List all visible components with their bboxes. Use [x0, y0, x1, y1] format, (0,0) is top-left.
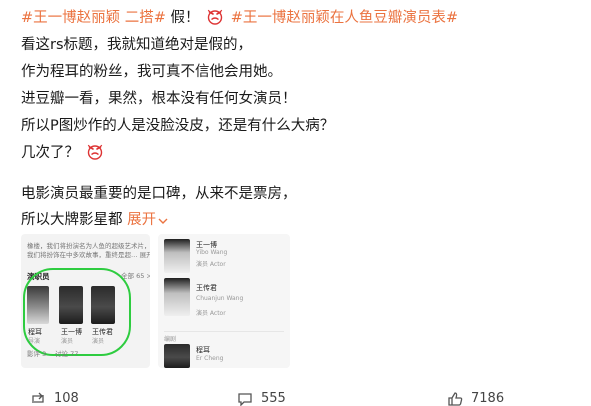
- post-line-5: 所以P图炒作的人是没脸没皮，还是有什么大病？: [21, 118, 335, 134]
- weibo-post: #王一博赵丽颖 二搭# 假！ #王一博赵丽颖在人鱼豆瓣演员表# 看这rs标题，我…: [0, 0, 591, 406]
- post-line-1: #王一博赵丽颖 二搭# 假！ #王一博赵丽颖在人鱼豆瓣演员表#: [21, 8, 458, 28]
- angry-emoji-icon: [207, 9, 223, 25]
- row2-en: Chuanjun Wang: [196, 295, 244, 302]
- hashtag-link-1[interactable]: #王一博赵丽颖 二搭#: [21, 10, 166, 26]
- like-button[interactable]: 7186: [447, 391, 504, 406]
- expand-label: 展开: [127, 212, 157, 228]
- post-line-6-text: 几次了？: [21, 145, 79, 161]
- hashtag-link-2[interactable]: #王一博赵丽颖在人鱼豆瓣演员表#: [231, 10, 458, 26]
- post-line-2: 看这rs标题，我就知道绝对是假的，: [21, 37, 253, 53]
- image1-caption-1: 橡楼，我们将扮演名为人鱼的超级艺术片，: [27, 242, 150, 250]
- row2-role: 演员 Actor: [196, 310, 226, 317]
- chevron-down-icon: [158, 218, 168, 224]
- repost-icon: [32, 392, 44, 403]
- image1-footer-2: 讨论 77: [55, 350, 79, 358]
- post-line-8-text: 所以大牌影星都: [21, 212, 123, 228]
- repost-count: 108: [54, 391, 79, 406]
- post-line-4: 进豆瓣一看，果然，根本没有任何女演员！: [21, 91, 297, 107]
- cast-photo-a: [164, 239, 190, 273]
- divider: [164, 331, 284, 332]
- highlight-circle: [23, 268, 131, 356]
- row1-role: 演员 Actor: [196, 261, 226, 268]
- cast-photo-c: [164, 344, 190, 368]
- row1-en: Yibo Wang: [196, 249, 228, 256]
- post-image-2[interactable]: 王一博 Yibo Wang 演员 Actor 王传君 Chuanjun Wang…: [158, 234, 290, 368]
- image1-caption-2: 我们将扮饰在中多欢故事，重终是超… 展开: [27, 251, 150, 259]
- post-line-3: 作为程耳的粉丝，我可真不信他会用她。: [21, 64, 282, 80]
- thumbs-up-icon: [448, 391, 463, 406]
- comment-button[interactable]: 555: [237, 391, 286, 406]
- post-line-7: 电影演员最重要的是口碑，从来不是票房，: [21, 186, 297, 202]
- comment-count: 555: [261, 391, 286, 406]
- expand-link[interactable]: 展开: [127, 212, 168, 228]
- angry-emoji-icon: [87, 144, 102, 160]
- action-bar: 108 555 7186: [0, 388, 591, 406]
- like-count: 7186: [471, 391, 505, 406]
- exclaim-text: 假！: [170, 10, 200, 26]
- row3-en: Er Cheng: [196, 355, 224, 362]
- post-image-1[interactable]: 橡楼，我们将扮演名为人鱼的超级艺术片， 我们将扮饰在中多欢故事，重终是超… 展开…: [21, 234, 150, 368]
- image1-footer-1: 影评 3: [27, 350, 47, 358]
- image2-label: 编剧: [164, 336, 177, 343]
- repost-button[interactable]: 108: [30, 391, 79, 406]
- post-line-8: 所以大牌影星都 展开: [21, 210, 168, 230]
- comment-icon: [238, 392, 252, 406]
- post-line-6: 几次了？: [21, 143, 106, 163]
- row2-cn: 王传君: [196, 284, 217, 292]
- cast-photo-b: [164, 278, 190, 316]
- row3-cn: 程耳: [196, 346, 210, 354]
